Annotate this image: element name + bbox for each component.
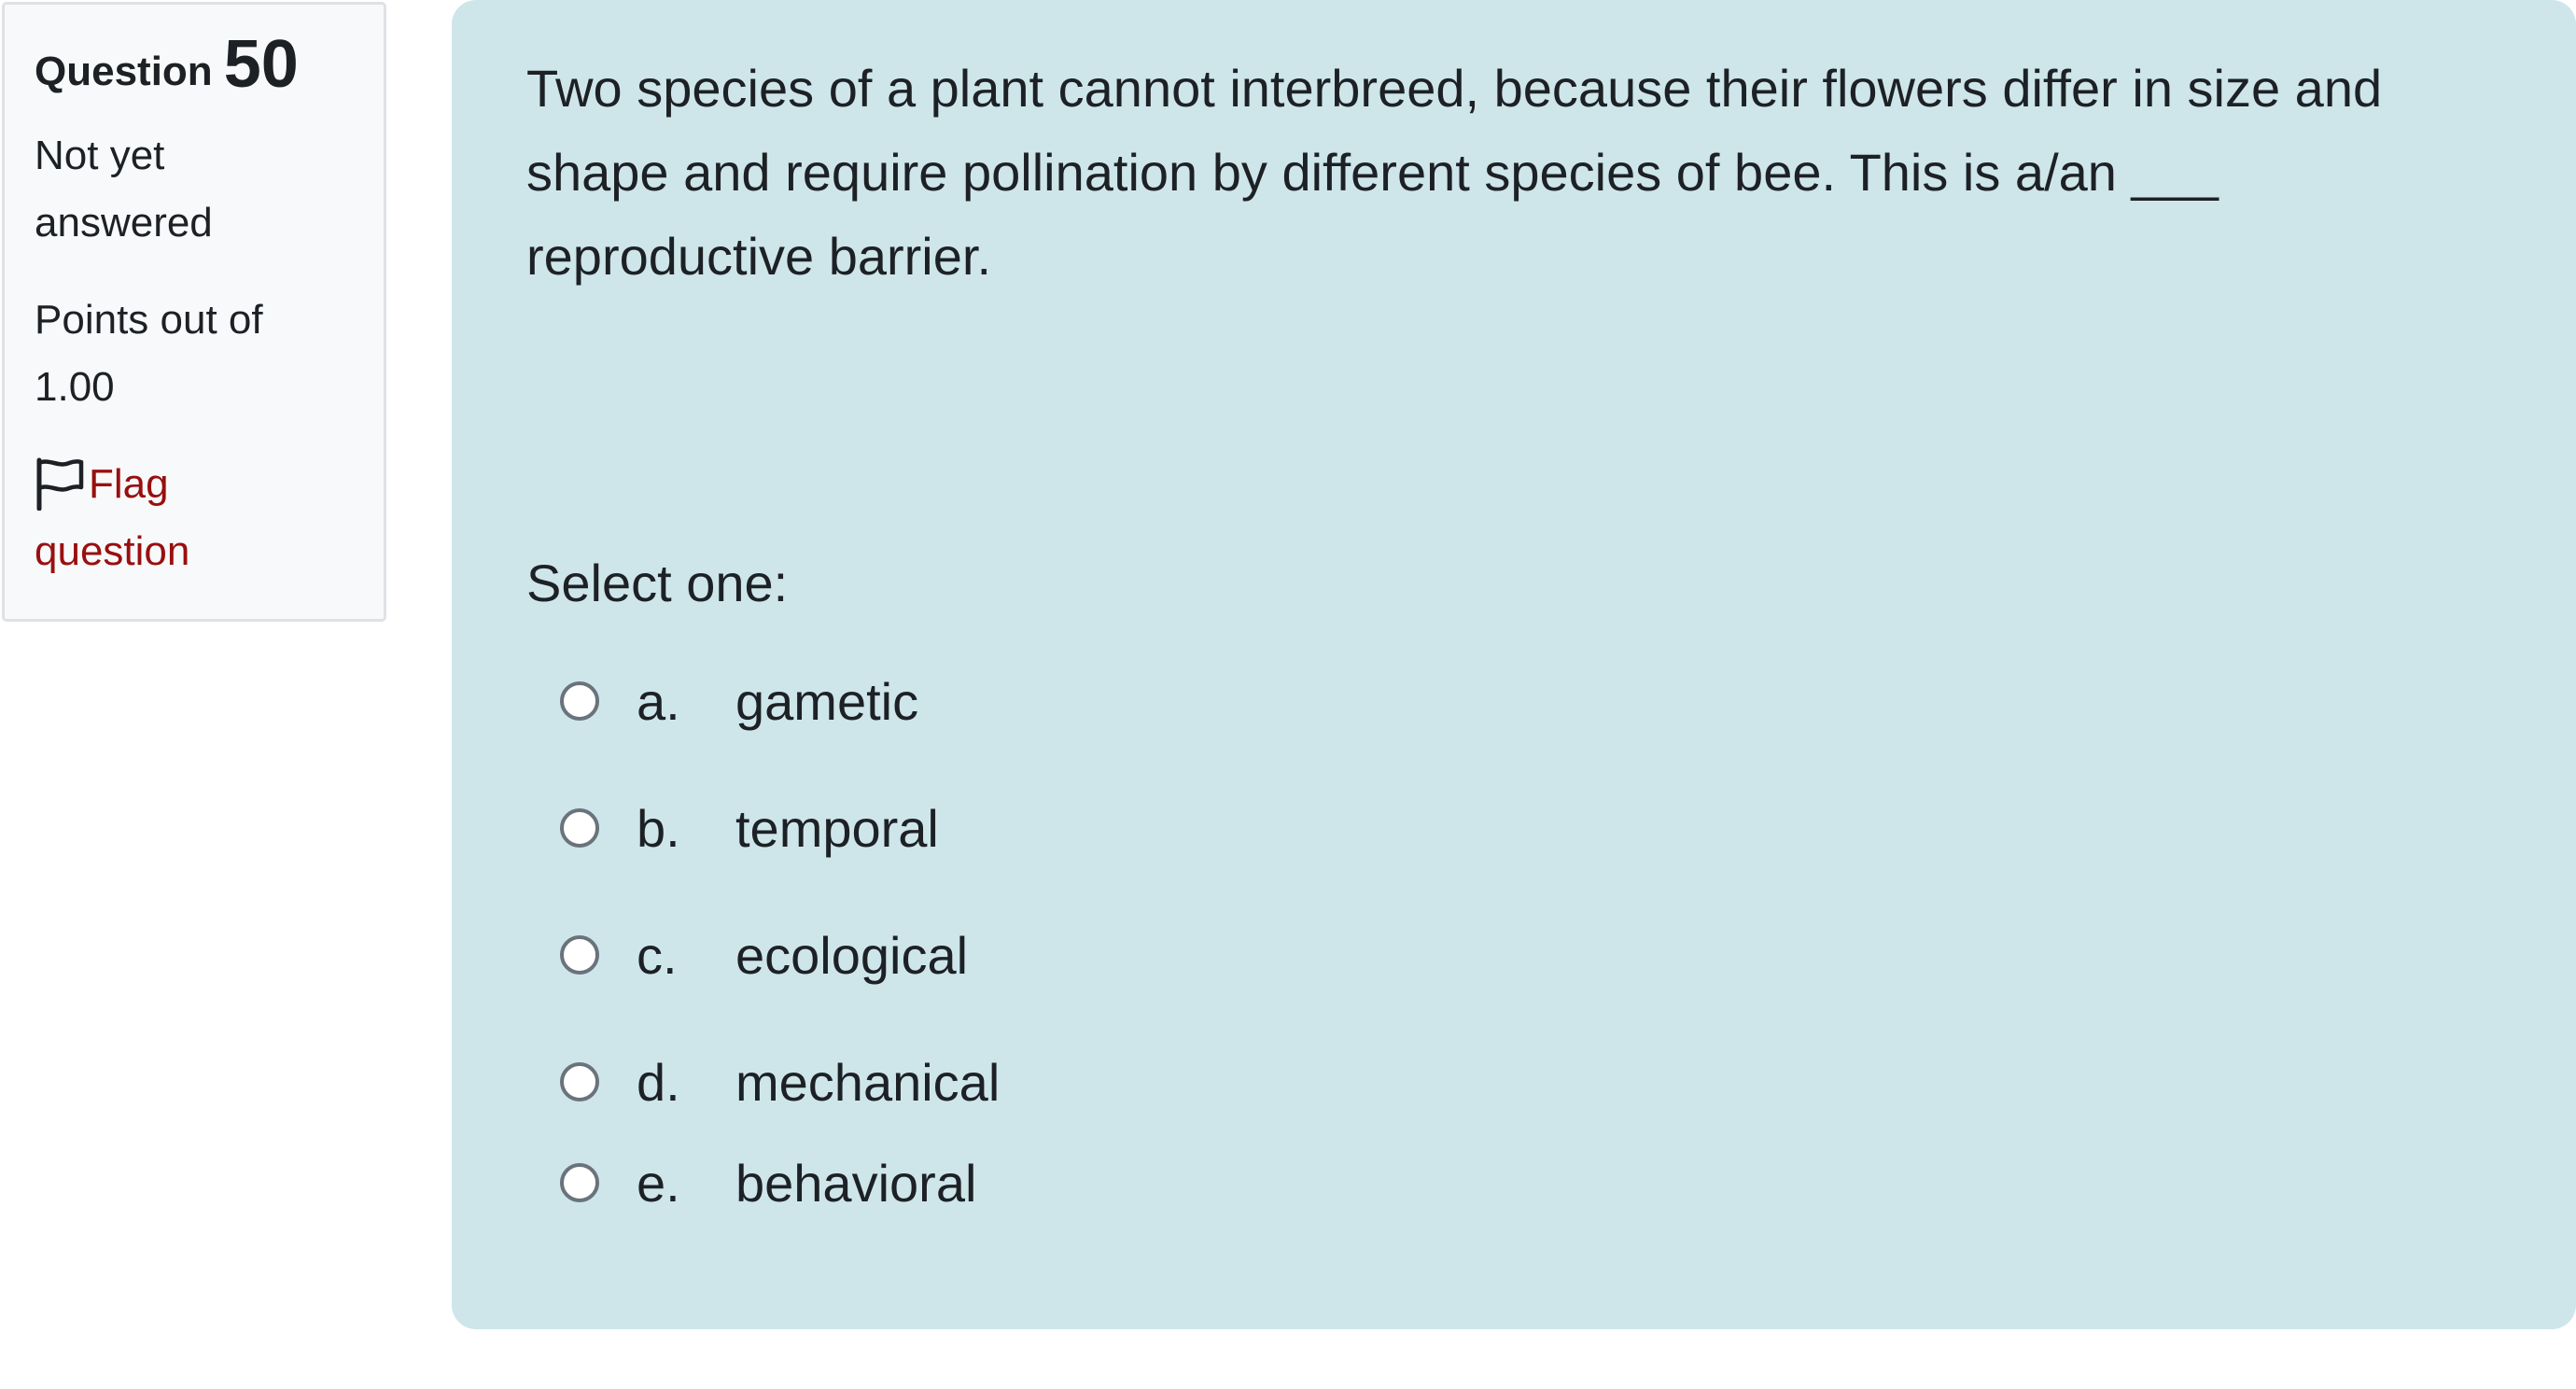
answer-label[interactable]: mechanical — [735, 1052, 1000, 1113]
answer-option-d[interactable]: d. mechanical — [560, 1040, 1000, 1124]
select-one-prompt: Select one: — [526, 554, 789, 612]
answer-label[interactable]: temporal — [735, 798, 939, 859]
answer-letter: b. — [637, 798, 680, 858]
answer-letter: e. — [637, 1153, 680, 1213]
answer-letter: d. — [637, 1052, 680, 1112]
answer-option-a[interactable]: a. gametic — [560, 659, 918, 743]
question-heading: Question 50 — [35, 31, 354, 98]
radio-icon[interactable] — [560, 935, 599, 975]
question-text: Two species of a plant cannot interbreed… — [526, 59, 2383, 286]
question-label: Question — [35, 49, 213, 94]
question-info-panel: Question 50 Not yet answered Points out o… — [2, 2, 386, 622]
answer-label[interactable]: behavioral — [735, 1153, 976, 1214]
question-content: Two species of a plant cannot interbreed… — [452, 0, 2576, 1329]
answer-letter: c. — [637, 925, 678, 985]
question-grade: Points out of 1.00 — [35, 297, 263, 410]
answer-option-b[interactable]: b. temporal — [560, 786, 939, 870]
answer-option-e[interactable]: e. behavioral — [560, 1141, 976, 1225]
question-number: 50 — [223, 27, 299, 102]
radio-icon[interactable] — [560, 681, 599, 721]
radio-icon[interactable] — [560, 1062, 599, 1101]
flag-icon — [36, 457, 84, 511]
answer-label[interactable]: gametic — [735, 671, 918, 732]
question-state: Not yet answered — [35, 133, 213, 246]
answer-option-c[interactable]: c. ecological — [560, 913, 968, 997]
radio-icon[interactable] — [560, 808, 599, 848]
flag-question-link[interactable]: Flag question — [35, 451, 333, 585]
radio-icon[interactable] — [560, 1163, 599, 1202]
answer-letter: a. — [637, 671, 680, 731]
answer-label[interactable]: ecological — [735, 925, 968, 986]
